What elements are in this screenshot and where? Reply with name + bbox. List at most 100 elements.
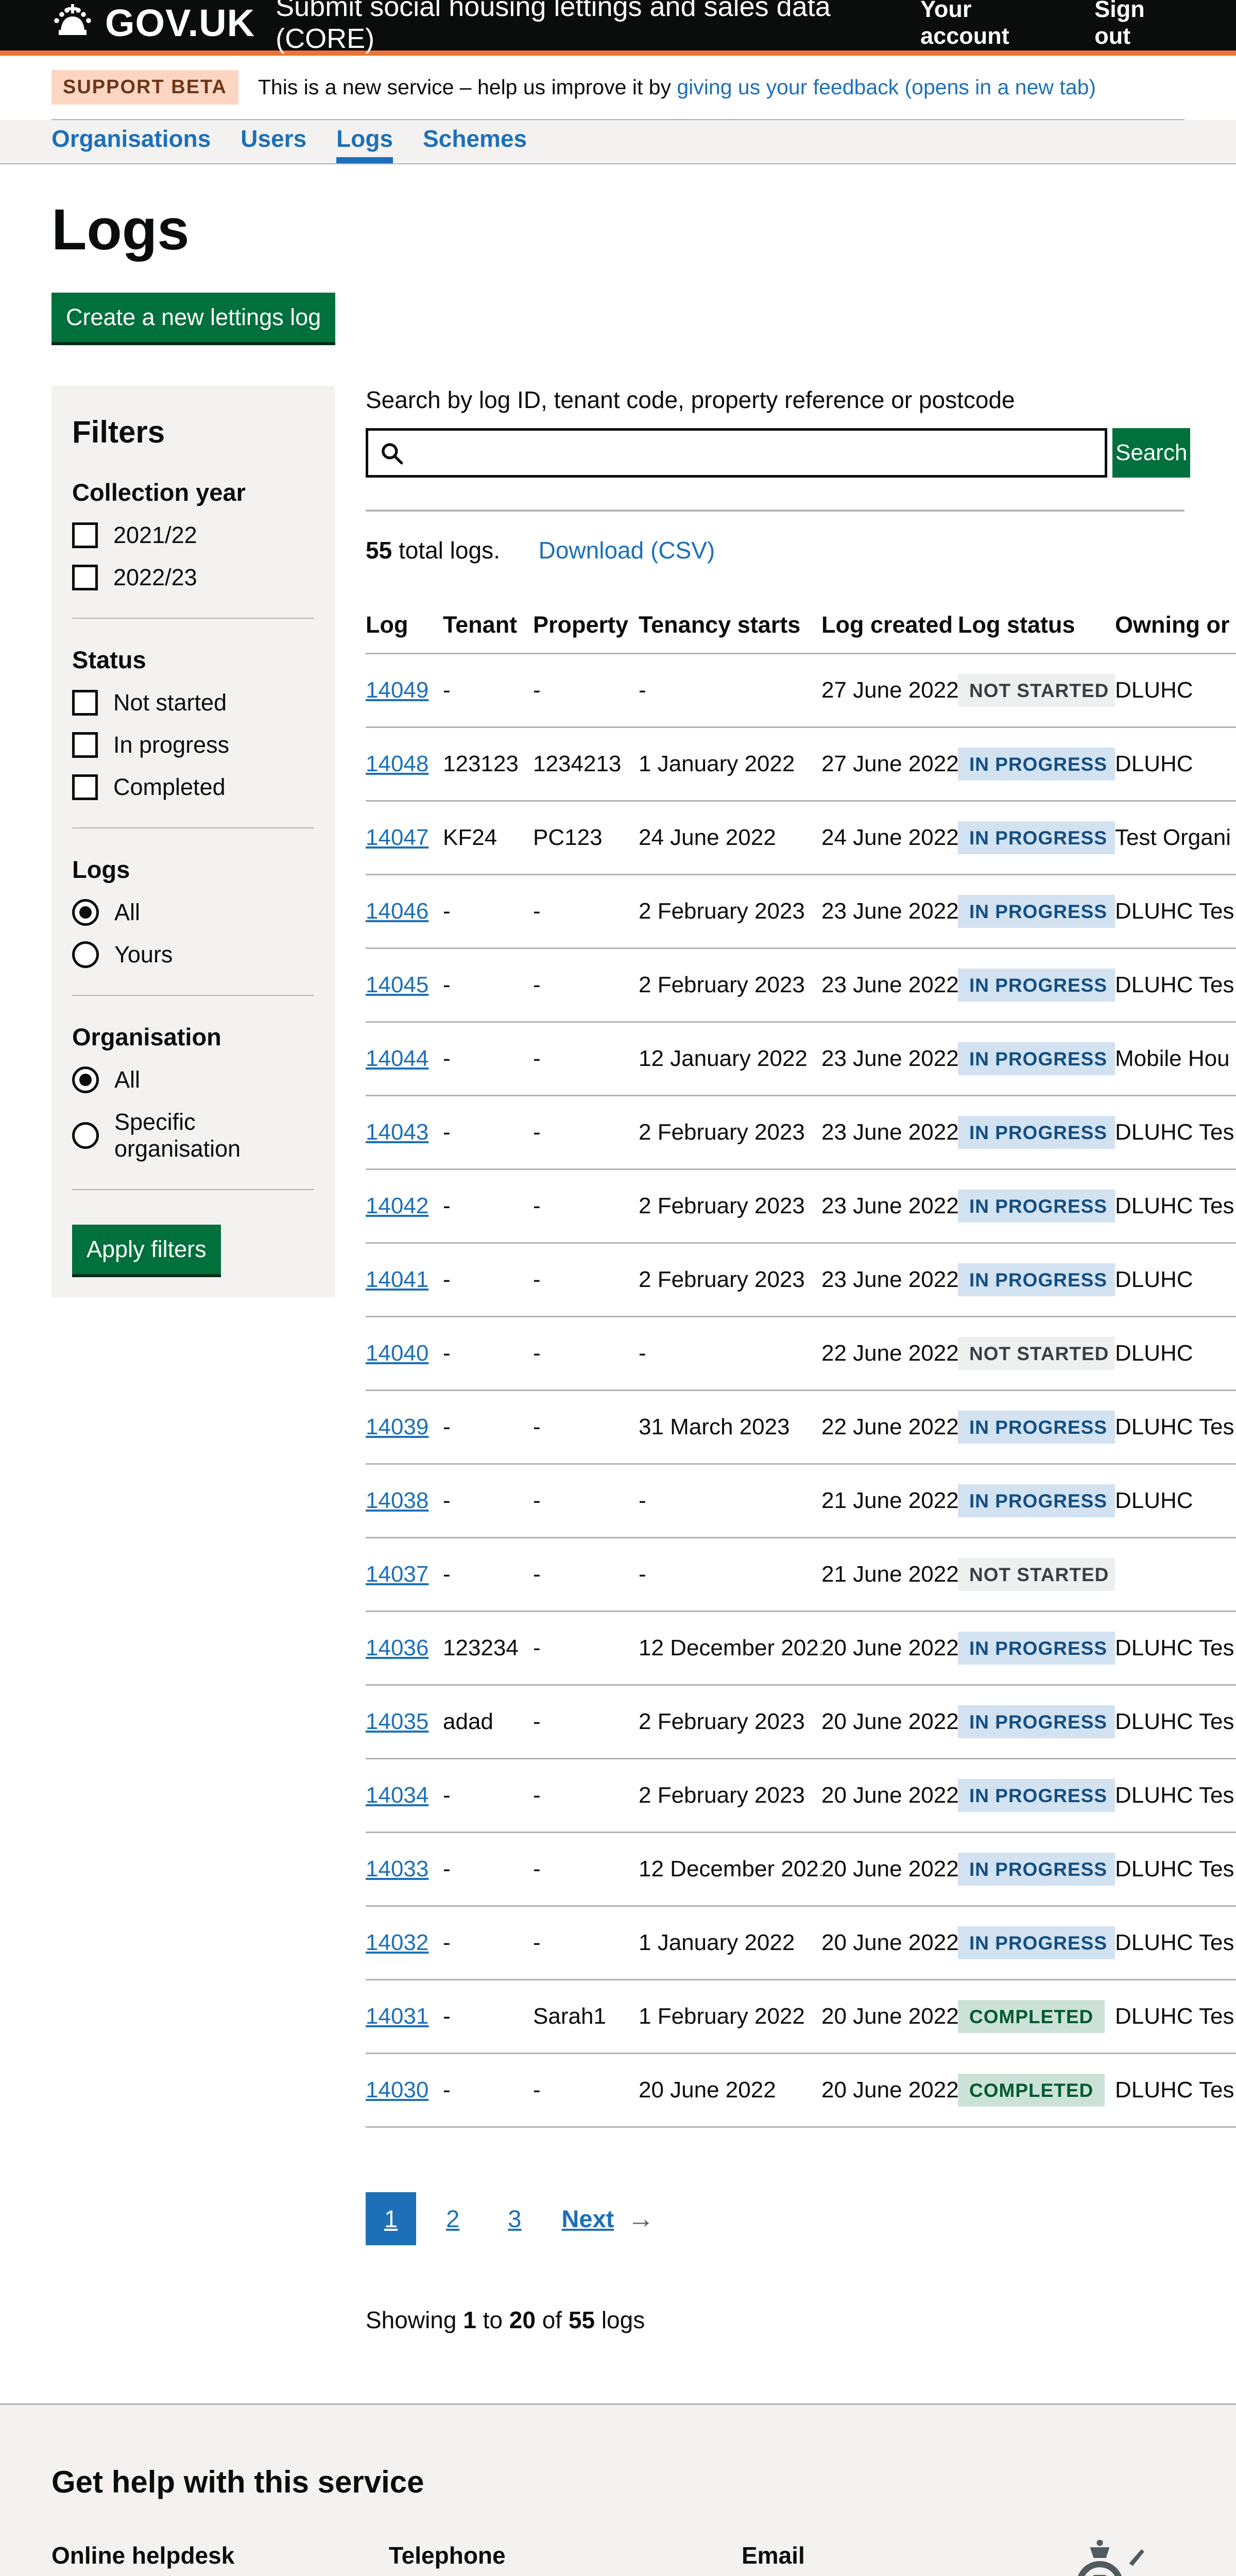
checkbox-2022-23[interactable]: 2022/23 — [72, 564, 314, 591]
status-tag: IN PROGRESS — [958, 1926, 1115, 1959]
radio-button[interactable] — [72, 1066, 99, 1093]
log-id-link[interactable]: 14045 — [366, 972, 428, 997]
helpdesk-heading: Online helpdesk — [52, 2538, 389, 2573]
tenant-cell: - — [443, 1022, 533, 1096]
log-id-link[interactable]: 14047 — [366, 825, 428, 850]
primary-nav: Organisations Users Logs Schemes — [0, 120, 1236, 164]
property-cell: - — [533, 1612, 639, 1685]
log-id-link[interactable]: 14035 — [366, 1709, 428, 1734]
radio-button[interactable] — [72, 941, 99, 968]
nav-item-schemes[interactable]: Schemes — [423, 120, 527, 163]
search-input[interactable] — [366, 428, 1107, 478]
owning-org-cell: DLUHC Tes — [1115, 1096, 1236, 1170]
checkbox-label: Not started — [113, 689, 227, 716]
log-created-cell: 20 June 2022 — [821, 1685, 958, 1759]
nav-item-users[interactable]: Users — [241, 120, 306, 163]
log-id-link[interactable]: 14032 — [366, 1930, 428, 1955]
next-page-link[interactable]: Next — [561, 2205, 614, 2233]
checkbox-box[interactable] — [72, 565, 98, 590]
log-created-cell: 20 June 2022 — [821, 1906, 958, 1980]
service-name-link[interactable]: Submit social housing lettings and sales… — [276, 0, 920, 55]
tenant-cell: - — [443, 1243, 533, 1317]
log-id-link[interactable]: 14040 — [366, 1341, 428, 1366]
crown-icon — [52, 3, 94, 43]
status-tag: IN PROGRESS — [958, 1263, 1115, 1296]
log-id-link[interactable]: 14037 — [366, 1562, 428, 1587]
status-tag: NOT STARTED — [958, 1337, 1115, 1370]
govuk-logo-link[interactable]: GOV.UK — [52, 1, 255, 45]
log-id-link[interactable]: 14044 — [366, 1046, 428, 1071]
radio-button[interactable] — [72, 1122, 99, 1149]
table-row: 14031 - Sarah1 1 February 2022 20 June 2… — [366, 1980, 1236, 2054]
log-created-cell: 23 June 2022 — [821, 1243, 958, 1317]
log-created-cell: 20 June 2022 — [821, 1980, 958, 2054]
download-csv-link[interactable]: Download (CSV) — [539, 537, 715, 564]
checkbox-2021-22[interactable]: 2021/22 — [72, 522, 314, 549]
property-cell: - — [533, 1096, 639, 1170]
checkbox-box[interactable] — [72, 522, 98, 548]
apply-filters-button[interactable]: Apply filters — [72, 1225, 221, 1274]
tenancy-starts-cell: 2 February 2023 — [639, 1685, 821, 1759]
feedback-link[interactable]: giving us your feedback (opens in a new … — [677, 75, 1096, 99]
property-cell: - — [533, 1906, 639, 1980]
log-id-link[interactable]: 14042 — [366, 1193, 428, 1218]
log-id-link[interactable]: 14036 — [366, 1635, 428, 1660]
property-cell: - — [533, 1391, 639, 1464]
filter-divider — [72, 995, 314, 996]
owning-org-cell: DLUHC Tes — [1115, 1612, 1236, 1685]
log-id-link[interactable]: 14046 — [366, 899, 428, 924]
log-id-link[interactable]: 14031 — [366, 2004, 428, 2029]
table-row: 14049 - - - 27 June 2022 NOT STARTED DLU… — [366, 654, 1236, 727]
log-id-link[interactable]: 14030 — [366, 2077, 428, 2103]
radio-organisation-specific[interactable]: Specific organisation — [72, 1109, 314, 1162]
radio-button[interactable] — [72, 899, 99, 926]
radio-organisation-all[interactable]: All — [72, 1066, 314, 1093]
page-link-1[interactable]: 1 — [366, 2192, 416, 2245]
owning-org-cell: DLUHC — [1115, 1464, 1236, 1538]
log-created-cell: 23 June 2022 — [821, 875, 958, 948]
page-link-3[interactable]: 3 — [489, 2192, 540, 2245]
status-tag: COMPLETED — [958, 2074, 1105, 2107]
radio-logs-all[interactable]: All — [72, 899, 314, 926]
table-row: 14035 adad - 2 February 2023 20 June 202… — [366, 1685, 1236, 1759]
log-created-cell: 23 June 2022 — [821, 1096, 958, 1170]
log-id-link[interactable]: 14041 — [366, 1267, 428, 1292]
nav-item-organisations[interactable]: Organisations — [52, 120, 211, 163]
checkbox-box[interactable] — [72, 690, 98, 716]
table-row: 14040 - - - 22 June 2022 NOT STARTED DLU… — [366, 1317, 1236, 1391]
checkbox-not-started[interactable]: Not started — [72, 689, 314, 716]
log-id-link[interactable]: 14049 — [366, 677, 428, 703]
checkbox-box[interactable] — [72, 732, 98, 758]
radio-logs-yours[interactable]: Yours — [72, 941, 314, 968]
radio-label: Yours — [114, 941, 173, 968]
table-row: 14044 - - 12 January 2022 23 June 2022 I… — [366, 1022, 1236, 1096]
page-link-2[interactable]: 2 — [427, 2192, 478, 2245]
log-created-cell: 20 June 2022 — [821, 1833, 958, 1906]
owning-org-cell: DLUHC Tes — [1115, 2054, 1236, 2127]
tenancy-starts-cell: 2 February 2023 — [639, 1759, 821, 1833]
nav-item-logs[interactable]: Logs — [336, 120, 393, 163]
log-id-link[interactable]: 14034 — [366, 1783, 428, 1808]
log-id-link[interactable]: 14043 — [366, 1120, 428, 1145]
sign-out-link[interactable]: Sign out — [1094, 0, 1184, 49]
log-id-link[interactable]: 14048 — [366, 751, 428, 776]
log-id-link[interactable]: 14038 — [366, 1488, 428, 1513]
your-account-link[interactable]: Your account — [920, 0, 1062, 49]
property-cell: - — [533, 1170, 639, 1243]
checkbox-in-progress[interactable]: In progress — [72, 732, 314, 758]
showing-total: 55 — [569, 2307, 595, 2333]
create-lettings-log-button[interactable]: Create a new lettings log — [52, 293, 335, 342]
log-id-link[interactable]: 14039 — [366, 1414, 428, 1439]
col-header-log: Log — [366, 601, 443, 654]
footer-heading: Get help with this service — [52, 2464, 1184, 2500]
checkbox-label: Completed — [113, 774, 226, 801]
showing-text: Showing — [366, 2307, 463, 2333]
search-button[interactable]: Search — [1112, 428, 1190, 478]
status-tag: IN PROGRESS — [958, 895, 1115, 928]
tenant-cell: - — [443, 875, 533, 948]
pagination: 1 2 3 Next → — [366, 2192, 1184, 2245]
owning-org-cell: DLUHC — [1115, 727, 1236, 801]
checkbox-completed[interactable]: Completed — [72, 774, 314, 801]
checkbox-box[interactable] — [72, 774, 98, 800]
log-id-link[interactable]: 14033 — [366, 1856, 428, 1882]
